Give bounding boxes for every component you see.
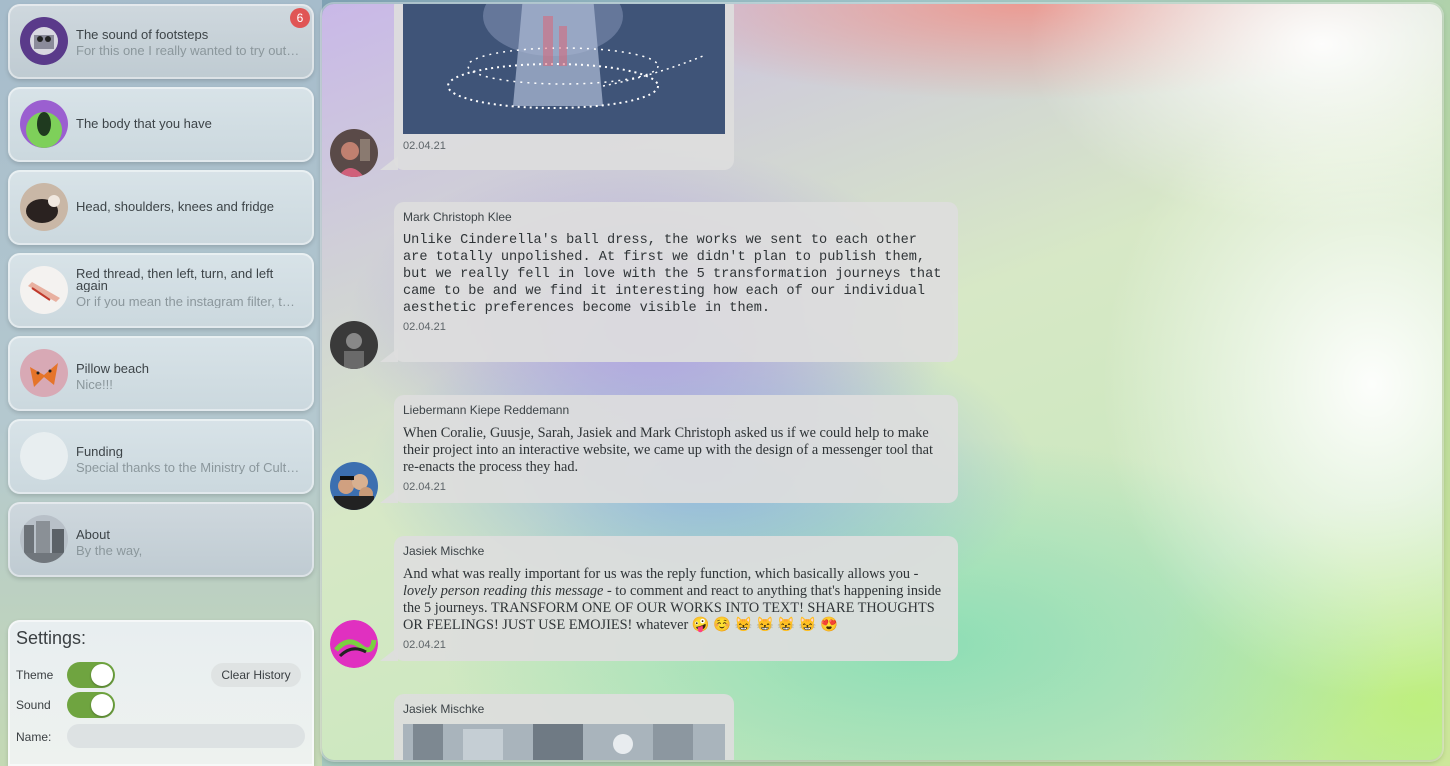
avatar[interactable] xyxy=(330,321,378,369)
chat-item-body-that-you-have[interactable]: The body that you have xyxy=(8,87,314,162)
sound-toggle[interactable] xyxy=(67,692,115,718)
chat-title: The sound of footsteps xyxy=(76,28,209,41)
message-date: 02.04.21 xyxy=(403,639,446,651)
message-image[interactable] xyxy=(403,4,725,134)
avatar xyxy=(20,100,68,148)
avatar xyxy=(20,17,68,65)
avatar xyxy=(20,515,68,563)
message-image[interactable] xyxy=(403,724,725,760)
message-text-emphasis: lovely person reading this message xyxy=(403,583,604,599)
name-input[interactable] xyxy=(67,724,305,748)
chat-item-red-thread[interactable]: Red thread, then left, turn, and left ag… xyxy=(8,253,314,328)
message-bubble[interactable]: Mark Christoph Klee Unlike Cinderella's … xyxy=(394,202,958,362)
theme-toggle[interactable] xyxy=(67,662,115,688)
message-bubble[interactable]: Jasiek Mischke And what was really impor… xyxy=(394,536,958,661)
chat-window[interactable]: 02.04.21 Mark Christoph Klee Unlike Cind… xyxy=(322,4,1442,760)
chat-item-about[interactable]: About By the way, xyxy=(8,502,314,577)
message-text-part: And what was really important for us was… xyxy=(403,566,919,582)
chat-title: Head, shoulders, knees and fridge xyxy=(76,200,275,213)
chat-title: Funding xyxy=(76,445,123,458)
chat-title: Red thread, then left, turn, and left ag… xyxy=(76,268,274,292)
message-date: 02.04.21 xyxy=(403,481,446,493)
message-sender: Mark Christoph Klee xyxy=(403,210,512,224)
message-text: Unlike Cinderella's ball dress, the work… xyxy=(403,233,942,316)
avatar xyxy=(20,349,68,397)
toggle-knob xyxy=(91,694,113,716)
message-text: When Coralie, Guusje, Sarah, Jasiek and … xyxy=(403,425,934,475)
unread-count-badge: 6 xyxy=(290,8,310,28)
chat-title: The body that you have xyxy=(76,117,212,130)
message-sender: Jasiek Mischke xyxy=(403,544,485,558)
message-bubble[interactable]: Liebermann Kiepe Reddemann When Coralie,… xyxy=(394,395,958,503)
theme-label: Theme xyxy=(16,668,54,682)
avatar[interactable] xyxy=(330,129,378,177)
chat-preview: Nice!!! xyxy=(76,378,113,391)
avatar xyxy=(20,266,68,314)
toggle-knob xyxy=(91,664,113,686)
chat-preview: Special thanks to the Ministry of Cultur… xyxy=(76,461,302,474)
chat-item-funding[interactable]: Funding Special thanks to the Ministry o… xyxy=(8,419,314,494)
message-sender: Liebermann Kiepe Reddemann xyxy=(403,403,570,417)
settings-title: Settings: xyxy=(16,628,87,648)
chat-title: About xyxy=(76,528,110,541)
chat-item-head-shoulders[interactable]: Head, shoulders, knees and fridge xyxy=(8,170,314,245)
message-bubble[interactable]: 02.04.21 xyxy=(394,4,734,170)
message-text: And what was really important for us was… xyxy=(403,566,949,634)
chat-item-sound-of-footsteps[interactable]: The sound of footsteps For this one I re… xyxy=(8,4,314,79)
chat-list-sidebar: The sound of footsteps For this one I re… xyxy=(0,0,322,766)
chat-preview: For this one I really wanted to try out … xyxy=(76,44,302,57)
avatar xyxy=(20,432,68,480)
chat-item-pillow-beach[interactable]: Pillow beach Nice!!! xyxy=(8,336,314,411)
chat-title: Pillow beach xyxy=(76,362,149,375)
sound-label: Sound xyxy=(16,698,51,712)
avatar[interactable] xyxy=(330,462,378,510)
chat-preview: By the way, xyxy=(76,544,143,557)
message-date: 02.04.21 xyxy=(403,321,446,333)
message-bubble[interactable]: Jasiek Mischke xyxy=(394,694,734,760)
settings-panel: Settings: Theme Clear History Sound Name… xyxy=(8,620,314,766)
message-sender: Jasiek Mischke xyxy=(403,702,485,716)
name-label: Name: xyxy=(16,730,52,744)
avatar[interactable] xyxy=(330,620,378,668)
message-date: 02.04.21 xyxy=(403,140,446,152)
clear-history-button[interactable]: Clear History xyxy=(211,663,301,687)
chat-preview: Or if you mean the instagram filter, tha… xyxy=(76,295,302,308)
avatar xyxy=(20,183,68,231)
